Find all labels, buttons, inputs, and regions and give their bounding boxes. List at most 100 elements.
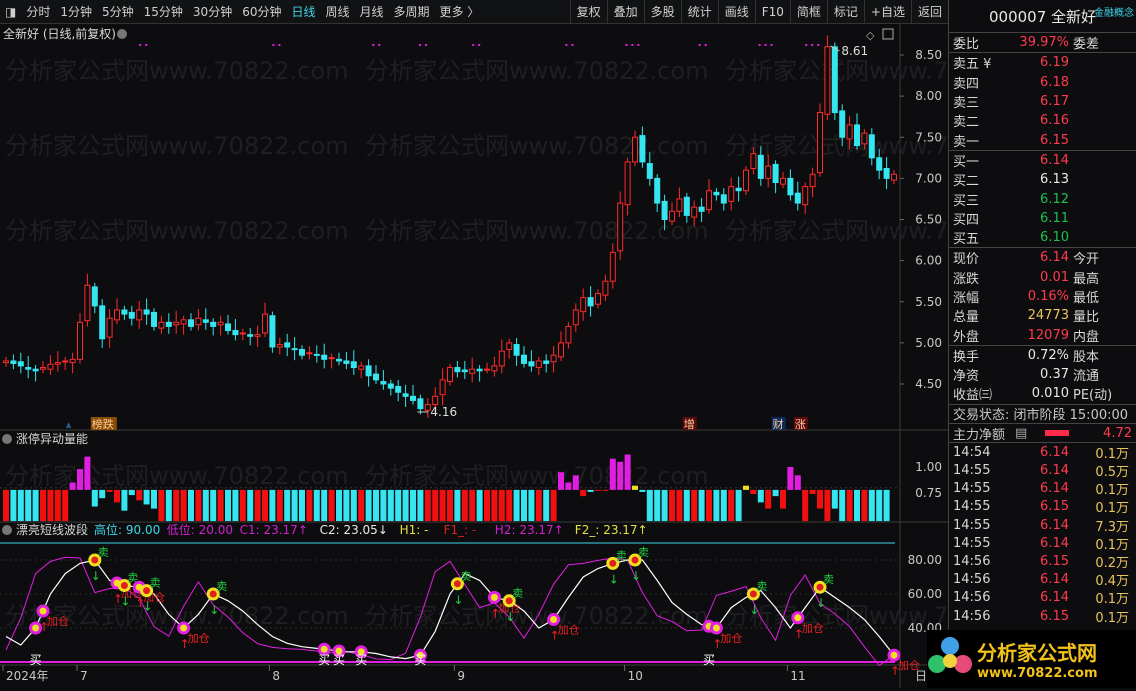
candle[interactable]: [780, 177, 786, 185]
period-tab[interactable]: 日线: [286, 3, 320, 20]
candle[interactable]: [720, 194, 727, 204]
candle[interactable]: [239, 332, 246, 335]
candle[interactable]: [99, 305, 106, 340]
period-tab[interactable]: 分时: [21, 3, 55, 20]
period-tab[interactable]: 更多 〉: [435, 3, 485, 20]
candle[interactable]: [735, 187, 742, 192]
candle[interactable]: [217, 321, 224, 326]
period-tab[interactable]: 月线: [355, 3, 389, 20]
candle[interactable]: [498, 350, 505, 367]
candle[interactable]: [728, 186, 735, 202]
candle[interactable]: [343, 360, 350, 364]
candle[interactable]: [484, 368, 490, 371]
candle[interactable]: [802, 186, 809, 206]
toolbar-action-button[interactable]: +自选: [863, 0, 911, 24]
diamond-icon[interactable]: ◇: [866, 29, 875, 42]
candle[interactable]: [550, 354, 557, 363]
candle[interactable]: [106, 317, 113, 338]
candle[interactable]: [291, 348, 298, 351]
candle[interactable]: [809, 173, 816, 188]
candle[interactable]: [91, 286, 98, 307]
candle[interactable]: [765, 165, 772, 179]
candle[interactable]: [691, 206, 698, 218]
candle[interactable]: [114, 309, 120, 321]
candle[interactable]: [839, 110, 846, 138]
candle[interactable]: [580, 297, 587, 313]
candle[interactable]: [587, 297, 594, 307]
candle[interactable]: [3, 360, 9, 364]
candle[interactable]: [202, 319, 209, 323]
candle[interactable]: [158, 321, 165, 329]
candle[interactable]: [54, 362, 61, 365]
candle[interactable]: [40, 367, 46, 370]
candle[interactable]: [447, 367, 453, 383]
period-tab[interactable]: 多周期: [389, 3, 435, 20]
period-tab[interactable]: 5分钟: [97, 3, 139, 20]
toolbar-action-button[interactable]: 简框: [789, 0, 827, 24]
candle[interactable]: [262, 313, 268, 334]
candle[interactable]: [654, 177, 661, 204]
candle[interactable]: [195, 317, 202, 326]
candle[interactable]: [225, 323, 231, 332]
candle[interactable]: [380, 381, 387, 385]
candle[interactable]: [365, 365, 372, 377]
candle[interactable]: [543, 360, 550, 364]
candle[interactable]: [247, 334, 254, 337]
candle[interactable]: [624, 161, 631, 206]
candle[interactable]: [439, 379, 446, 396]
kline-chart[interactable]: 分析家公式网www.70822.com 分析家公式网www.70822.com 分析…: [0, 24, 1069, 688]
chevron-down-icon[interactable]: [2, 434, 12, 444]
candle[interactable]: [387, 383, 394, 389]
panel-toggle-icon[interactable]: [882, 28, 894, 40]
candle[interactable]: [373, 373, 379, 381]
toolbar-action-button[interactable]: 标记: [826, 0, 864, 24]
candle[interactable]: [743, 169, 749, 192]
candle[interactable]: [47, 363, 54, 370]
candle[interactable]: [25, 367, 32, 370]
candle[interactable]: [476, 368, 483, 372]
candle[interactable]: [794, 192, 801, 204]
candle[interactable]: [528, 361, 535, 367]
candle[interactable]: [572, 309, 579, 326]
candle[interactable]: [121, 309, 128, 315]
candle[interactable]: [151, 311, 157, 327]
candle[interactable]: [713, 191, 720, 196]
candle[interactable]: [891, 173, 897, 181]
candle[interactable]: [321, 354, 328, 360]
candle[interactable]: [861, 132, 868, 145]
candle[interactable]: [313, 353, 320, 356]
candle[interactable]: [469, 368, 476, 374]
toolbar-action-button[interactable]: 叠加: [606, 0, 644, 24]
candle[interactable]: [491, 365, 498, 372]
candle[interactable]: [328, 357, 335, 360]
candle[interactable]: [173, 321, 180, 326]
toolbar-action-button[interactable]: 统计: [680, 0, 718, 24]
candle[interactable]: [817, 112, 823, 174]
candle[interactable]: [62, 360, 69, 363]
candle[interactable]: [846, 124, 853, 140]
candle[interactable]: [299, 348, 305, 356]
candle[interactable]: [402, 393, 409, 397]
candle[interactable]: [17, 361, 24, 367]
candle[interactable]: [868, 134, 875, 159]
candle[interactable]: [461, 369, 468, 373]
candle[interactable]: [410, 395, 416, 401]
candle[interactable]: [772, 163, 779, 183]
period-tab[interactable]: 30分钟: [188, 3, 237, 20]
candle[interactable]: [602, 280, 609, 296]
candle[interactable]: [831, 46, 838, 114]
candle[interactable]: [395, 385, 402, 393]
candle[interactable]: [698, 206, 705, 212]
candle[interactable]: [69, 358, 76, 364]
candle[interactable]: [646, 163, 653, 179]
candle[interactable]: [210, 321, 217, 327]
toolbar-action-button[interactable]: 多股: [643, 0, 681, 24]
candle[interactable]: [750, 153, 757, 170]
candle[interactable]: [669, 210, 675, 222]
candle[interactable]: [521, 354, 527, 364]
period-tab[interactable]: 周线: [321, 3, 355, 20]
candle[interactable]: [787, 177, 794, 196]
candle[interactable]: [432, 395, 439, 406]
candle[interactable]: [128, 311, 135, 319]
candle[interactable]: [188, 319, 194, 327]
